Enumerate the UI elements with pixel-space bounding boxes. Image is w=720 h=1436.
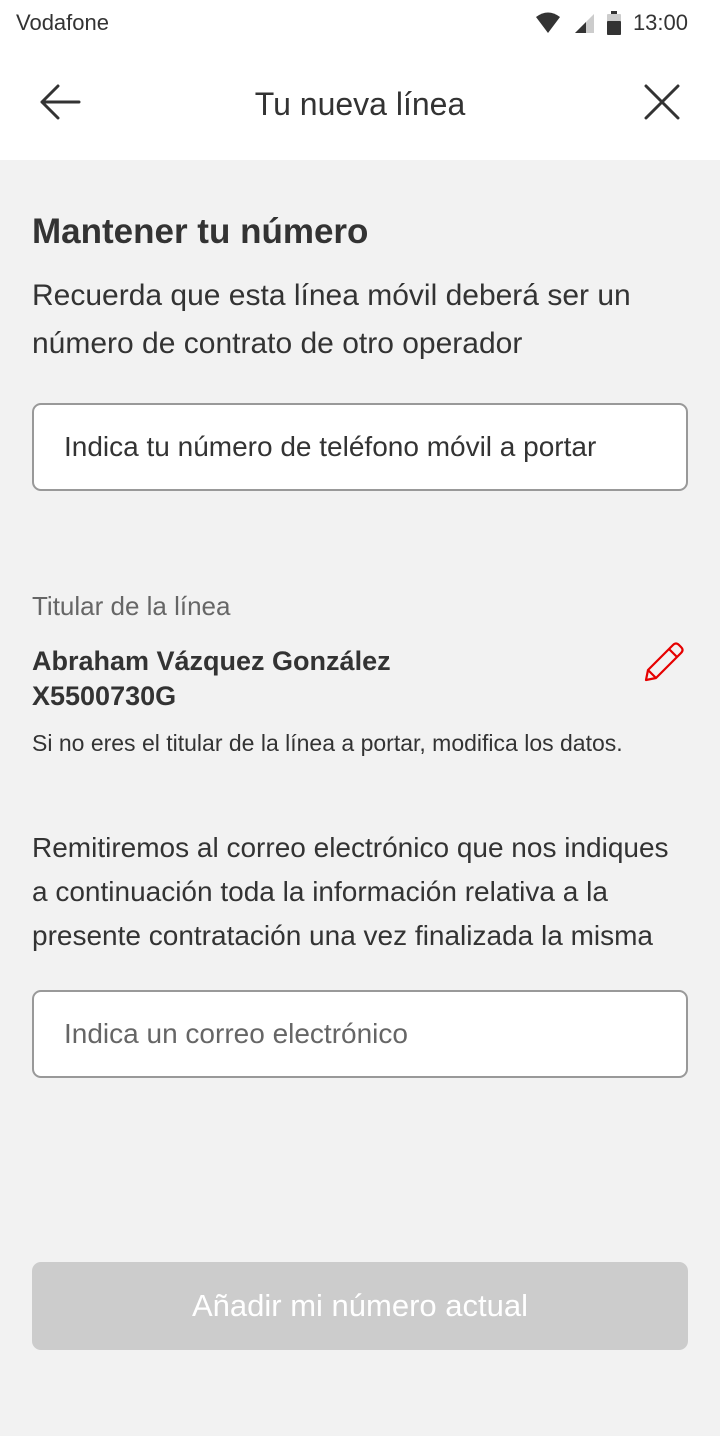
email-description: Remitiremos al correo electrónico que no… — [32, 832, 669, 951]
edit-holder-button[interactable] — [640, 640, 688, 688]
clock-time: 13:00 — [632, 10, 688, 35]
section-description: Recuerda que esta línea móvil deberá ser… — [32, 279, 631, 360]
page-title: Tu nueva línea — [254, 86, 466, 122]
wifi-icon — [535, 12, 561, 34]
close-icon — [644, 84, 680, 125]
status-bar: Vodafone 13:00 — [0, 0, 720, 48]
holder-note: Si no eres el titular de la línea a port… — [32, 730, 623, 756]
phone-field[interactable] — [32, 403, 688, 491]
phone-input[interactable] — [64, 431, 656, 463]
email-field[interactable] — [32, 990, 688, 1078]
holder-name: Abraham Vázquez González — [32, 646, 391, 676]
battery-icon — [606, 11, 621, 35]
section-title: Mantener tu número — [32, 212, 369, 251]
app-header: Tu nueva línea — [0, 48, 720, 160]
holder-label: Titular de la línea — [32, 591, 231, 621]
signal-icon — [573, 12, 595, 34]
status-icons: 13:00 — [535, 10, 688, 36]
email-input[interactable] — [64, 1018, 656, 1050]
pencil-icon — [643, 641, 685, 688]
holder-id: X5500730G — [32, 681, 177, 711]
add-number-button[interactable]: Añadir mi número actual — [32, 1262, 688, 1350]
close-button[interactable] — [638, 80, 686, 128]
carrier-name: Vodafone — [16, 10, 109, 35]
